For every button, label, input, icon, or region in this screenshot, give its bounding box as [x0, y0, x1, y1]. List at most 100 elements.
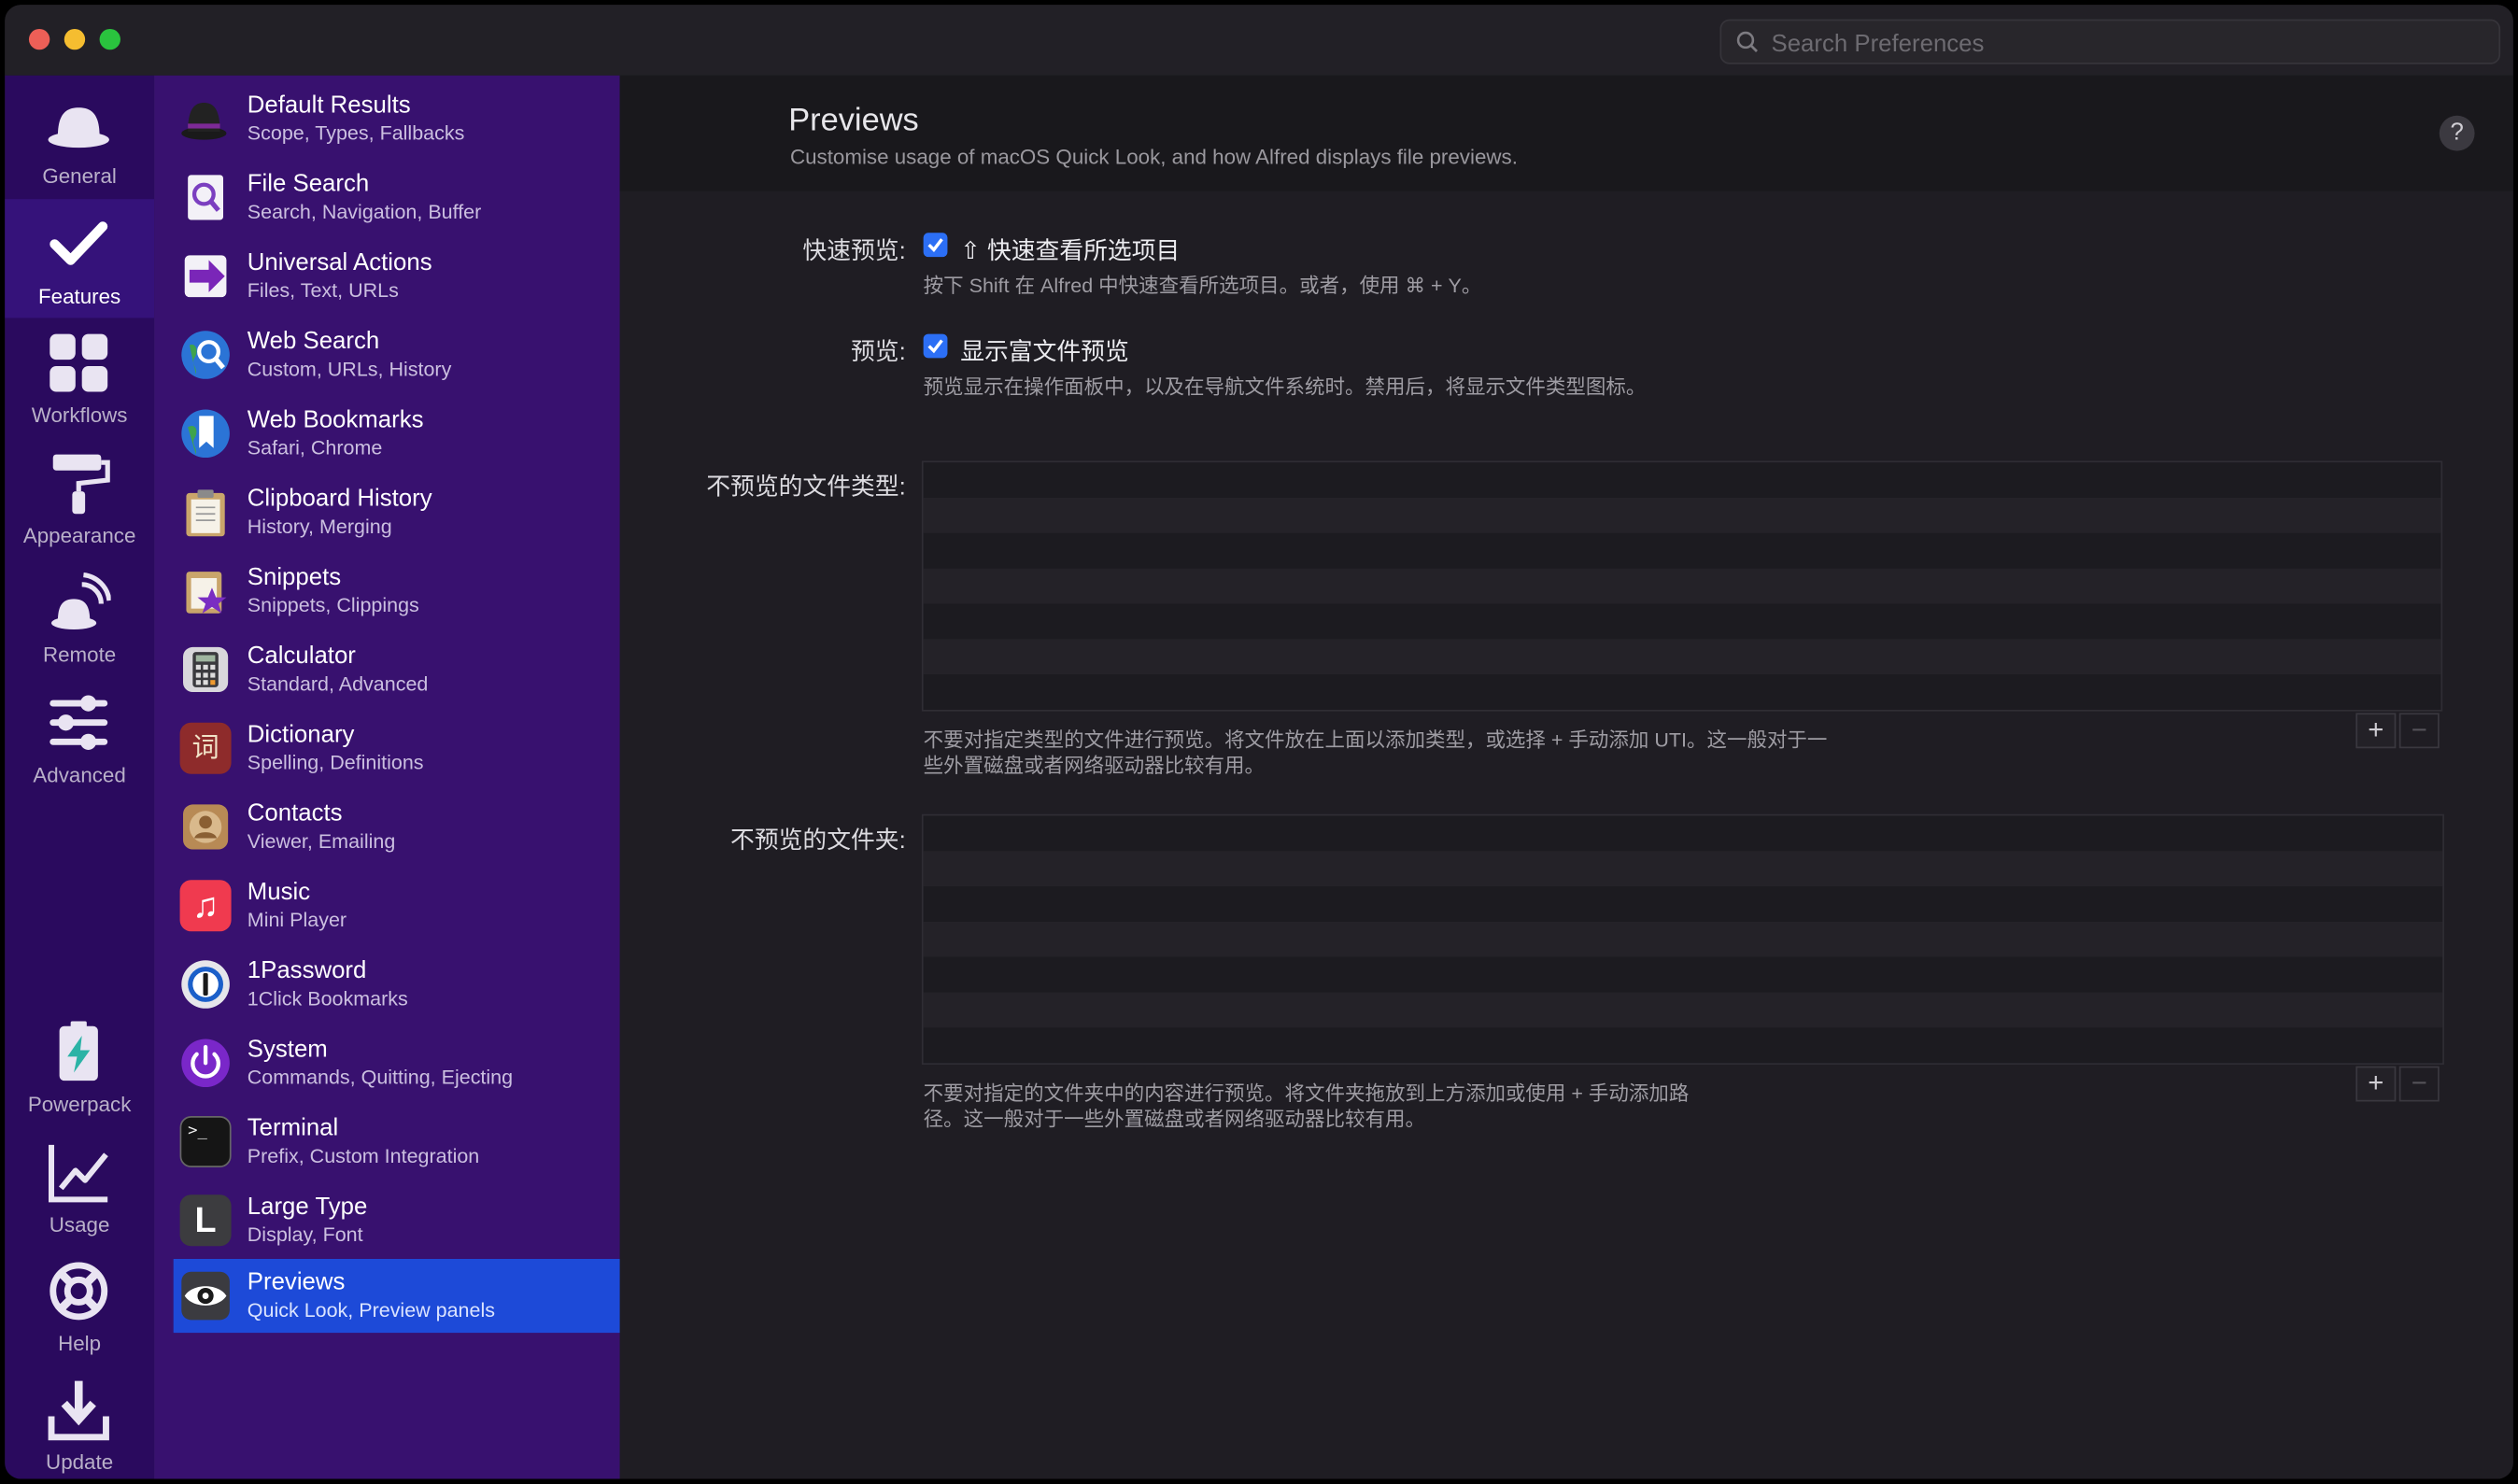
quicklook-label: 快速预览: — [802, 237, 906, 265]
feature-subtitle: Scope, Types, Fallbacks — [247, 121, 465, 145]
eye-icon — [181, 1271, 230, 1321]
sliders-icon — [50, 695, 108, 750]
category-workflows[interactable]: Workflows — [5, 318, 154, 436]
rich-preview-checkbox-label[interactable]: 显示富文件预览 — [960, 334, 1129, 368]
feature-title: Terminal — [247, 1114, 339, 1142]
category-help[interactable]: Help — [5, 1246, 154, 1364]
snippets-icon — [186, 572, 227, 614]
feature-music[interactable]: ♫ Music Mini Player — [174, 869, 620, 942]
category-powerpack[interactable]: Powerpack — [5, 1007, 154, 1125]
feature-subtitle: Commands, Quitting, Ejecting — [247, 1066, 514, 1089]
remote-icon — [51, 572, 111, 630]
feature-large-type[interactable]: L Large Type Display, Font — [174, 1183, 620, 1257]
excluded-folders-description-1: 不要对指定的文件夹中的内容进行预览。将文件夹拖放到上方添加或使用 + 手动添加路 — [923, 1081, 1690, 1105]
feature-system[interactable]: System Commands, Quitting, Ejecting — [174, 1026, 620, 1100]
feature-universal-actions[interactable]: Universal Actions Files, Text, URLs — [174, 239, 620, 313]
category-remote[interactable]: Remote — [5, 558, 154, 676]
preview-description: 预览显示在操作面板中，以及在导航文件系统时。禁用后，将显示文件类型图标。 — [923, 375, 1647, 399]
feature-subtitle: Viewer, Emailing — [247, 829, 396, 853]
terminal-icon: >_ — [179, 1115, 232, 1167]
remove-folder-button[interactable]: − — [2398, 1066, 2440, 1102]
feature-title: Calculator — [247, 642, 356, 670]
feature-subtitle: History, Merging — [247, 515, 392, 538]
search-icon — [1736, 31, 1758, 52]
category-general[interactable]: General — [5, 78, 154, 197]
music-icon: ♫ — [179, 880, 232, 932]
category-usage[interactable]: Usage — [5, 1127, 154, 1246]
category-features[interactable]: Features — [5, 199, 155, 318]
search-placeholder: Search Preferences — [1771, 30, 1985, 58]
checkmark-icon — [50, 221, 108, 265]
category-appearance[interactable]: Appearance — [5, 438, 154, 557]
globe-bookmark-icon — [181, 409, 230, 459]
minimize-window-button[interactable] — [64, 28, 86, 50]
remove-type-button[interactable]: − — [2398, 713, 2440, 749]
feature-contacts[interactable]: Contacts Viewer, Emailing — [174, 790, 620, 864]
lifebuoy-icon — [50, 1262, 108, 1321]
category-label: Powerpack — [27, 1092, 132, 1116]
feature-subtitle: Mini Player — [247, 909, 347, 932]
zoom-window-button[interactable] — [99, 28, 120, 50]
download-icon — [48, 1380, 109, 1441]
feature-subtitle: Search, Navigation, Buffer — [247, 200, 482, 223]
excluded-folders-table[interactable] — [921, 813, 2444, 1065]
file-search-icon — [188, 175, 223, 220]
rich-preview-checkbox[interactable] — [923, 333, 948, 359]
category-label: Remote — [42, 642, 117, 667]
excluded-types-table[interactable] — [921, 460, 2443, 712]
calculator-icon — [183, 646, 229, 693]
feature-default-results[interactable]: Default Results Scope, Types, Fallbacks — [174, 82, 620, 156]
globe-search-icon — [181, 331, 230, 379]
universal-actions-icon — [184, 255, 227, 298]
category-label: Workflows — [31, 403, 128, 428]
paint-roller-icon — [52, 454, 110, 515]
help-button[interactable]: ? — [2439, 115, 2475, 151]
category-label: Usage — [49, 1212, 110, 1237]
feature-web-bookmarks[interactable]: Web Bookmarks Safari, Chrome — [174, 397, 620, 471]
chart-icon — [49, 1144, 108, 1203]
feature-web-search[interactable]: Web Search Custom, URLs, History — [174, 318, 620, 391]
quicklook-checkbox[interactable] — [923, 233, 948, 258]
grid-icon — [50, 333, 108, 392]
power-icon — [181, 1039, 230, 1088]
feature-title: Universal Actions — [247, 248, 432, 276]
onepassword-icon — [181, 960, 230, 1009]
feature-subtitle: 1Click Bookmarks — [247, 987, 408, 1011]
powerpack-icon — [59, 1021, 98, 1081]
add-type-button[interactable]: + — [2355, 713, 2397, 749]
hat-icon — [181, 103, 227, 140]
feature-title: 1Password — [247, 956, 367, 984]
large-type-icon: L — [179, 1194, 232, 1247]
feature-previews[interactable]: Previews Quick Look, Preview panels — [173, 1259, 620, 1334]
feature-title: Clipboard History — [247, 485, 432, 513]
panel-header: Previews Customise usage of macOS Quick … — [619, 75, 2513, 191]
clipboard-icon — [186, 489, 225, 537]
close-window-button[interactable] — [28, 28, 50, 50]
feature-title: File Search — [247, 170, 370, 198]
feature-title: Web Search — [247, 327, 380, 355]
feature-title: Previews — [247, 1268, 346, 1296]
feature-1password[interactable]: 1Password 1Click Bookmarks — [174, 947, 620, 1021]
feature-subtitle: Prefix, Custom Integration — [247, 1144, 480, 1167]
feature-title: Web Bookmarks — [247, 406, 424, 434]
titlebar: Search Preferences — [5, 5, 2513, 76]
quicklook-description: 按下 Shift 在 Alfred 中快速查看所选项目。或者，使用 ⌘ + Y。 — [923, 275, 1482, 298]
search-input[interactable]: Search Preferences — [1719, 19, 2501, 64]
feature-title: Contacts — [247, 799, 343, 827]
feature-dictionary[interactable]: 词 Dictionary Spelling, Definitions — [174, 712, 620, 785]
feature-title: Dictionary — [247, 721, 355, 749]
feature-terminal[interactable]: >_ Terminal Prefix, Custom Integration — [174, 1105, 620, 1179]
category-label: General — [42, 163, 117, 189]
feature-clipboard-history[interactable]: Clipboard History History, Merging — [174, 475, 620, 549]
feature-subtitle: Quick Look, Preview panels — [247, 1298, 496, 1322]
previews-panel: Previews Customise usage of macOS Quick … — [619, 75, 2513, 1479]
add-folder-button[interactable]: + — [2355, 1066, 2397, 1102]
category-update[interactable]: Update — [5, 1364, 154, 1478]
feature-file-search[interactable]: File Search Search, Navigation, Buffer — [174, 161, 620, 234]
category-label: Advanced — [33, 762, 126, 787]
hat-icon — [48, 107, 109, 148]
category-advanced[interactable]: Advanced — [5, 678, 154, 797]
feature-calculator[interactable]: Calculator Standard, Advanced — [174, 632, 620, 706]
feature-snippets[interactable]: Snippets Snippets, Clippings — [174, 554, 620, 628]
quicklook-checkbox-label[interactable]: ⇧ 快速查看所选项目 — [960, 233, 1180, 266]
